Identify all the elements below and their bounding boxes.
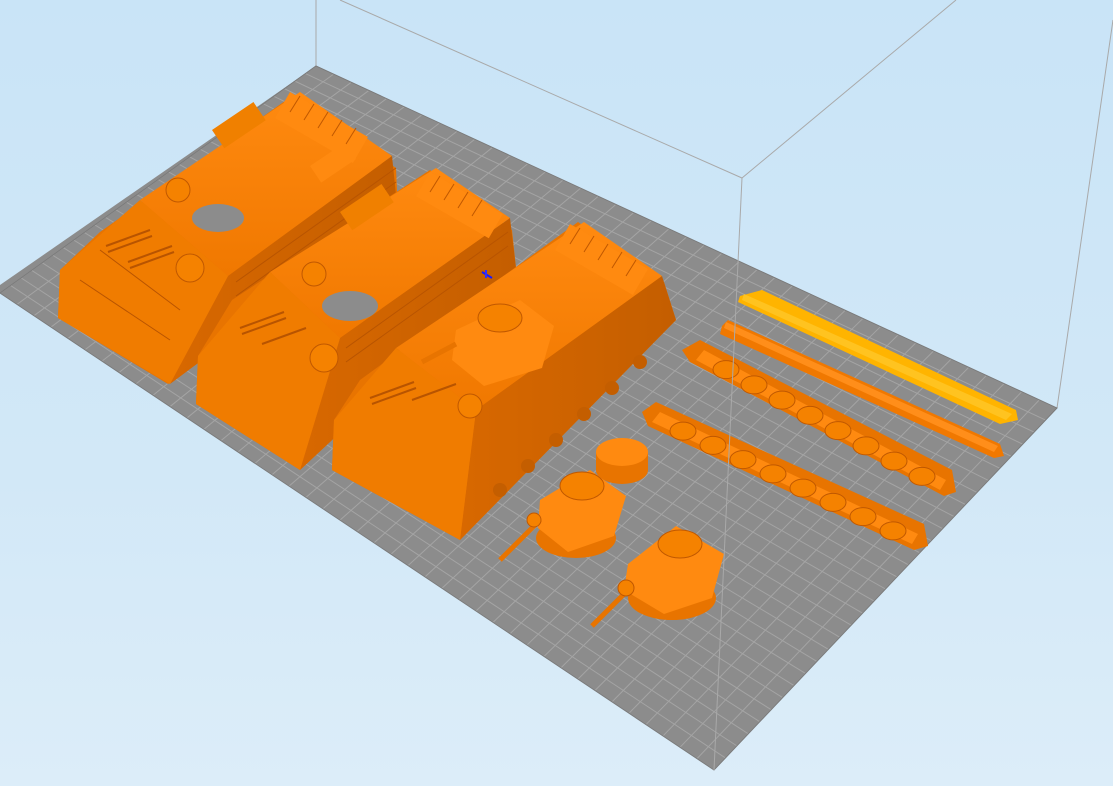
track-wheel: [759, 464, 787, 484]
track-wheel: [824, 421, 852, 441]
track-wheel: [796, 405, 824, 425]
track-wheel: [849, 507, 877, 527]
track-wheel: [768, 390, 796, 410]
track-wheel: [879, 521, 907, 541]
track-wheel: [729, 450, 757, 470]
track-wheel: [712, 360, 740, 380]
track-wheel: [740, 375, 768, 395]
track-wheel: [852, 436, 880, 456]
track-wheel: [880, 451, 908, 471]
3d-viewport[interactable]: [0, 0, 1113, 786]
track-wheel: [819, 492, 847, 512]
object-hatch-1[interactable]: [596, 438, 648, 484]
track-wheel: [669, 421, 697, 441]
track-wheel: [789, 478, 817, 498]
track-wheel: [699, 435, 727, 455]
track-wheel: [908, 466, 936, 486]
